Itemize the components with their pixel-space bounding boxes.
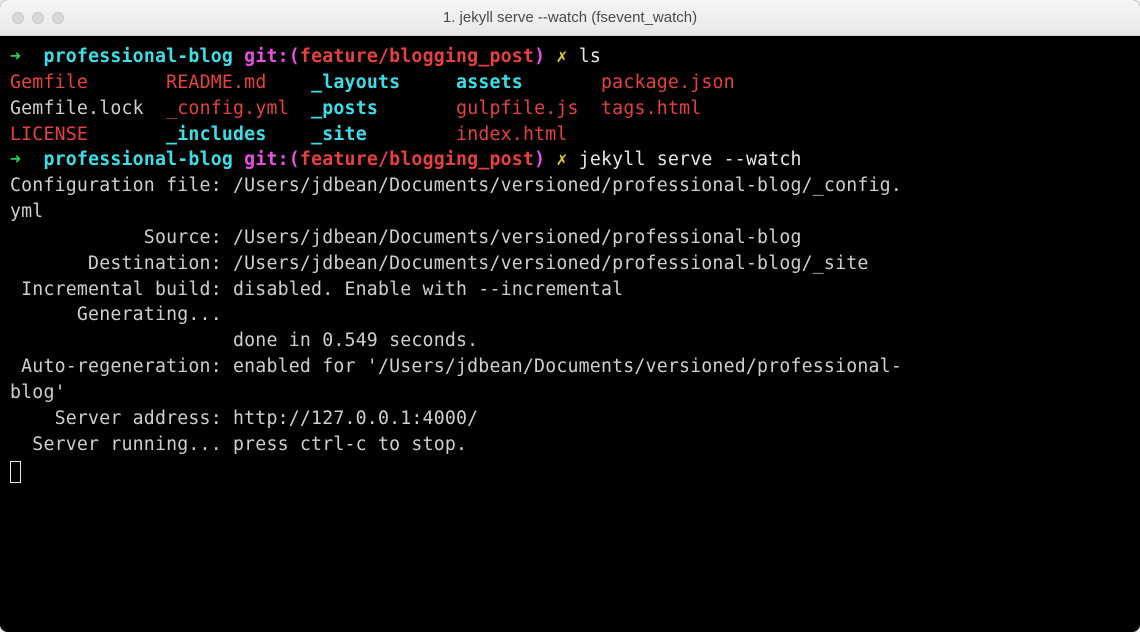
- output-line: Incremental build: disabled. Enable with…: [10, 279, 623, 300]
- ls-file: README.md: [166, 72, 266, 93]
- cursor-icon: [10, 461, 21, 483]
- output-line: Source: /Users/jdbean/Documents/versione…: [10, 227, 802, 248]
- output-line: blog': [10, 382, 66, 403]
- ls-file: index.html: [456, 124, 568, 145]
- prompt-git-close: ): [534, 149, 545, 170]
- ls-file: _config.yml: [166, 98, 289, 119]
- command-ls: ls: [579, 46, 601, 67]
- titlebar[interactable]: 1. jekyll serve --watch (fsevent_watch): [0, 0, 1140, 36]
- prompt-cwd: professional-blog: [43, 149, 233, 170]
- command-jekyll: jekyll serve --watch: [579, 149, 802, 170]
- ls-dir: _site: [311, 124, 367, 145]
- window-title: 1. jekyll serve --watch (fsevent_watch): [12, 9, 1128, 26]
- ls-dir: _layouts: [311, 72, 400, 93]
- prompt-arrow-icon: ➜: [10, 46, 21, 67]
- ls-file: LICENSE: [10, 124, 88, 145]
- ls-dir: assets: [456, 72, 523, 93]
- output-line: Generating...: [10, 304, 222, 325]
- output-line: Configuration file: /Users/jdbean/Docume…: [10, 175, 902, 196]
- zoom-icon[interactable]: [52, 12, 64, 24]
- prompt-git-branch: feature/blogging_post: [300, 46, 534, 67]
- ls-file: Gemfile: [10, 72, 88, 93]
- ls-file: Gemfile.lock: [10, 98, 144, 119]
- git-dirty-icon: ✗: [556, 46, 567, 67]
- prompt-cwd: professional-blog: [43, 46, 233, 67]
- output-line: Server running... press ctrl-c to stop.: [10, 434, 467, 455]
- git-dirty-icon: ✗: [556, 149, 567, 170]
- terminal-window: 1. jekyll serve --watch (fsevent_watch) …: [0, 0, 1140, 632]
- minimize-icon[interactable]: [32, 12, 44, 24]
- output-line: Server address: http://127.0.0.1:4000/: [10, 408, 478, 429]
- ls-dir: _includes: [166, 124, 266, 145]
- ls-file: gulpfile.js: [456, 98, 579, 119]
- prompt-git-label: git:(: [244, 149, 300, 170]
- prompt-git-close: ): [534, 46, 545, 67]
- output-line: done in 0.549 seconds.: [10, 330, 478, 351]
- prompt-git-branch: feature/blogging_post: [300, 149, 534, 170]
- ls-dir: _posts: [311, 98, 378, 119]
- prompt-git-label: git:(: [244, 46, 300, 67]
- ls-file: package.json: [601, 72, 735, 93]
- output-line: yml: [10, 201, 43, 222]
- ls-file: tags.html: [601, 98, 701, 119]
- output-line: Destination: /Users/jdbean/Documents/ver…: [10, 253, 869, 274]
- traffic-lights: [12, 12, 64, 24]
- output-line: Auto-regeneration: enabled for '/Users/j…: [10, 356, 902, 377]
- close-icon[interactable]: [12, 12, 24, 24]
- prompt-arrow-icon: ➜: [10, 149, 21, 170]
- terminal-body[interactable]: ➜ professional-blog git:(feature/bloggin…: [0, 36, 1140, 632]
